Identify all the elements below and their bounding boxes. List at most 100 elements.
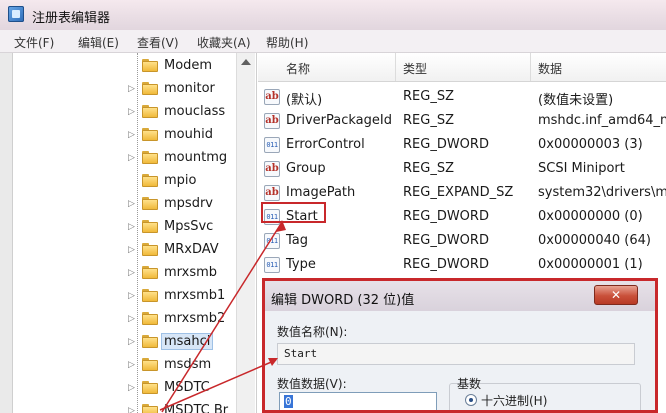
value-data: 0x00000000 (0) [538, 209, 643, 224]
expand-arrow-icon[interactable]: ▷ [128, 360, 135, 370]
expand-arrow-icon[interactable]: ▷ [128, 222, 135, 232]
tree-item-label: MRxDAV [164, 242, 219, 257]
expand-arrow-icon[interactable]: ▷ [128, 406, 135, 413]
expand-arrow-icon[interactable]: ▷ [128, 268, 135, 278]
tree-item-label: mrxsmb [164, 265, 218, 280]
dialog-title: 编辑 DWORD (32 位)值 [271, 293, 415, 308]
window-title: 注册表编辑器 [32, 11, 111, 26]
hex-radio[interactable] [465, 394, 477, 406]
folder-icon [142, 174, 158, 187]
scroll-up-arrow-icon[interactable] [241, 59, 251, 65]
value-data: SCSI Miniport [538, 161, 625, 176]
menu-favorites[interactable]: 收藏夹(A) [197, 34, 251, 51]
value-data: (数值未设置) [538, 93, 614, 108]
expand-arrow-icon[interactable]: ▷ [128, 107, 135, 117]
folder-icon [142, 151, 158, 164]
value-type: REG_SZ [403, 89, 454, 104]
edit-dword-dialog: 编辑 DWORD (32 位)值 ✕ 数值名称(N): Start 数值数据(V… [262, 278, 658, 413]
dword-value-icon: 011 [264, 137, 280, 153]
regedit-app-icon [8, 6, 24, 22]
value-name: (默认) [286, 93, 323, 108]
value-name-field: Start [277, 343, 635, 365]
value-type: REG_SZ [403, 113, 454, 128]
folder-icon [142, 404, 158, 413]
tree-item-label: mouhid [164, 127, 213, 142]
string-value-icon: ab [264, 113, 280, 129]
tree-item-label: MSDTC [164, 380, 210, 395]
value-type: REG_DWORD [403, 257, 489, 272]
expand-arrow-icon[interactable]: ▷ [128, 383, 135, 393]
folder-icon [142, 82, 158, 95]
tree-left-edge [0, 53, 13, 413]
tree-scrollbar[interactable] [236, 53, 255, 413]
value-row[interactable]: ab DriverPackageId REG_SZ mshdc.inf_amd64_n… [258, 109, 666, 133]
value-row[interactable]: 011 Tag REG_DWORD 0x00000040 (64) [258, 229, 666, 253]
folder-icon [142, 312, 158, 325]
value-row[interactable]: 011 Type REG_DWORD 0x00000001 (1) [258, 253, 666, 277]
menu-bar: 文件(F) 编辑(E) 查看(V) 收藏夹(A) 帮助(H) [0, 30, 666, 53]
expand-arrow-icon[interactable]: ▷ [128, 245, 135, 255]
value-data-label: 数值数据(V): [277, 377, 347, 391]
dword-value-icon: 011 [264, 233, 280, 249]
expand-arrow-icon[interactable]: ▷ [128, 84, 135, 94]
expand-arrow-icon[interactable]: ▷ [128, 199, 135, 209]
expand-arrow-icon[interactable]: ▷ [128, 291, 135, 301]
expand-arrow-icon[interactable]: ▷ [128, 130, 135, 140]
expand-arrow-icon[interactable]: ▷ [128, 337, 135, 347]
tree-item-label: mpio [164, 173, 197, 188]
value-name: Type [286, 257, 316, 272]
registry-key-tree[interactable]: Modem ▷ monitor ▷ mouclass ▷ mouhid ▷ mountmg mpi… [0, 53, 257, 413]
tree-item-label: msdsm [164, 357, 212, 372]
tree-item-label: mrxsmb2 [164, 311, 226, 326]
close-icon[interactable]: ✕ [594, 285, 638, 305]
value-type: REG_DWORD [403, 137, 489, 152]
folder-icon [142, 266, 158, 279]
menu-help[interactable]: 帮助(H) [266, 34, 308, 51]
menu-file[interactable]: 文件(F) [14, 34, 54, 51]
column-data[interactable]: 数据 [538, 60, 562, 77]
base-label: 基数 [457, 377, 482, 391]
folder-icon [142, 335, 158, 348]
value-row[interactable]: ab Group REG_SZ SCSI Miniport [258, 157, 666, 181]
value-data: 0x00000001 (1) [538, 257, 643, 272]
value-type: REG_EXPAND_SZ [403, 185, 514, 200]
folder-icon [142, 197, 158, 210]
tree-item-label: mrxsmb1 [164, 288, 226, 303]
value-row[interactable]: ab (默认) REG_SZ (数值未设置) [258, 85, 666, 109]
value-data: system32\drivers\m [538, 185, 666, 200]
folder-icon [142, 243, 158, 256]
string-value-icon: ab [264, 161, 280, 177]
string-value-icon: ab [264, 185, 280, 201]
value-name-label: 数值名称(N): [277, 325, 348, 339]
value-type: REG_DWORD [403, 209, 489, 224]
tree-item-label: msahci [160, 333, 214, 350]
tree-item-label: monitor [164, 81, 215, 96]
value-data: 0x00000003 (3) [538, 137, 643, 152]
value-data: mshdc.inf_amd64_ne [538, 113, 666, 128]
menu-view[interactable]: 查看(V) [137, 34, 179, 51]
folder-icon [142, 381, 158, 394]
value-data-input[interactable]: 0 [279, 392, 437, 410]
column-type[interactable]: 类型 [403, 60, 427, 77]
value-name-text: Start [284, 347, 318, 360]
column-name[interactable]: 名称 [286, 60, 310, 77]
dialog-title-bar: 编辑 DWORD (32 位)值 ✕ [265, 281, 655, 311]
value-name: ErrorControl [286, 137, 365, 152]
expand-arrow-icon[interactable]: ▷ [128, 153, 135, 163]
value-name: Tag [286, 233, 309, 248]
list-header: 名称 类型 数据 [258, 53, 666, 82]
start-highlight-box [261, 202, 326, 223]
menu-edit[interactable]: 编辑(E) [78, 34, 119, 51]
value-data-text: 0 [284, 395, 293, 408]
value-data: 0x00000040 (64) [538, 233, 651, 248]
tree-item-label: mouclass [164, 104, 226, 119]
value-name: DriverPackageId [286, 113, 392, 128]
value-row[interactable]: 011 ErrorControl REG_DWORD 0x00000003 (3) [258, 133, 666, 157]
expand-arrow-icon[interactable]: ▷ [128, 314, 135, 324]
value-type: REG_SZ [403, 161, 454, 176]
string-value-icon: ab [264, 89, 280, 105]
value-type: REG_DWORD [403, 233, 489, 248]
folder-icon [142, 289, 158, 302]
folder-icon [142, 128, 158, 141]
title-bar: 注册表编辑器 [0, 0, 666, 30]
